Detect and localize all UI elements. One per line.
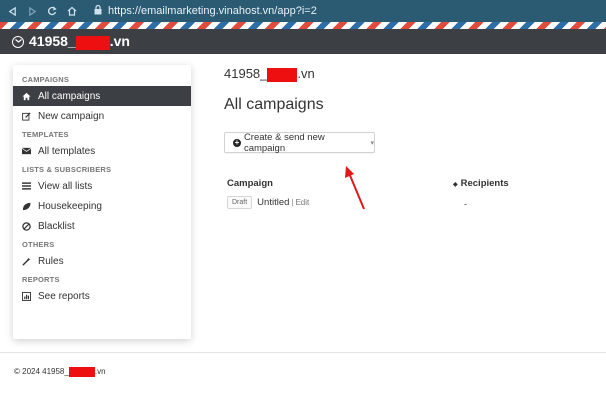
- sidebar-heading-others: OTHERS: [22, 240, 55, 249]
- home-icon[interactable]: [64, 3, 80, 19]
- redaction-block: [75, 35, 110, 50]
- browser-toolbar: https://emailmarketing.vinahost.vn/app?i…: [0, 0, 606, 22]
- sidebar-item-label: Housekeeping: [38, 200, 102, 212]
- home-icon: [22, 92, 34, 101]
- footer-suffix: .vn: [94, 367, 106, 377]
- redaction-block: [267, 67, 298, 82]
- brand-name-prefix: 41958_: [29, 33, 76, 50]
- wand-icon: [22, 256, 34, 266]
- reload-icon[interactable]: [44, 3, 60, 19]
- sidebar-heading-templates: TEMPLATES: [22, 130, 69, 139]
- sidebar-item-label: All campaigns: [38, 90, 101, 102]
- sidebar-item-label: All templates: [38, 145, 96, 157]
- create-campaign-label: Create & send new campaign: [243, 131, 325, 154]
- redaction-block: [68, 367, 95, 377]
- sidebar: CAMPAIGNS All campaigns New campaign TEM…: [13, 65, 191, 339]
- account-title-prefix: 41958_: [224, 66, 268, 81]
- app-header: 41958_ .vn: [0, 29, 606, 54]
- recipients-value: -: [464, 199, 467, 209]
- leaf-icon: [22, 202, 34, 211]
- column-header-recipients[interactable]: ◆ Recipients: [453, 178, 509, 189]
- bar-chart-icon: [22, 291, 34, 301]
- edit-link[interactable]: Edit: [295, 198, 309, 207]
- brand-name[interactable]: 41958_ .vn: [29, 33, 130, 50]
- brand-name-suffix: .vn: [109, 33, 130, 50]
- account-title-suffix: .vn: [297, 66, 315, 81]
- footer-divider: [0, 352, 606, 353]
- caret-down-icon: ▾: [370, 139, 374, 147]
- sidebar-item-blacklist[interactable]: Blacklist: [13, 216, 191, 236]
- campaign-name-link[interactable]: Untitled: [257, 197, 289, 208]
- sidebar-item-label: View all lists: [38, 180, 93, 192]
- list-icon: [22, 182, 34, 190]
- edit-icon: [22, 111, 34, 121]
- sort-icon: ◆: [453, 182, 458, 188]
- url-text: https://emailmarketing.vinahost.vn/app?i…: [108, 5, 317, 17]
- footer-prefix: © 2024 41958_: [14, 367, 69, 377]
- column-header-campaign[interactable]: Campaign: [227, 178, 273, 189]
- status-badge: Draft: [227, 196, 253, 209]
- sidebar-item-new-campaign[interactable]: New campaign: [13, 106, 191, 126]
- address-bar[interactable]: https://emailmarketing.vinahost.vn/app?i…: [94, 4, 317, 18]
- footer: © 2024 41958_ .vn: [14, 367, 106, 377]
- sidebar-item-all-campaigns[interactable]: All campaigns: [13, 86, 191, 106]
- separator: |: [291, 198, 294, 207]
- envelope-icon: [22, 147, 34, 155]
- sidebar-item-label: Blacklist: [38, 220, 75, 232]
- account-title: 41958_ .vn: [224, 66, 315, 82]
- decorative-stripe: [0, 22, 606, 29]
- back-icon[interactable]: [4, 3, 20, 19]
- sidebar-heading-reports: REPORTS: [22, 275, 60, 284]
- sidebar-item-rules[interactable]: Rules: [13, 251, 191, 271]
- sidebar-item-see-reports[interactable]: See reports: [13, 286, 191, 306]
- brand-logo-icon[interactable]: [12, 35, 24, 48]
- sidebar-item-label: Rules: [38, 255, 64, 267]
- page-title: All campaigns: [224, 96, 324, 113]
- lock-icon: [94, 4, 102, 18]
- sidebar-item-housekeeping[interactable]: Housekeeping: [13, 196, 191, 216]
- table-row: Draft Untitled | Edit: [227, 196, 309, 209]
- sidebar-item-all-templates[interactable]: All templates: [13, 141, 191, 161]
- sidebar-heading-campaigns: CAMPAIGNS: [22, 75, 70, 84]
- create-campaign-button[interactable]: + Create & send new campaign ▾: [224, 131, 375, 154]
- ban-icon: [22, 221, 34, 231]
- forward-icon[interactable]: [24, 3, 40, 19]
- sidebar-item-label: See reports: [38, 290, 90, 302]
- column-header-recipients-label: Recipients: [460, 178, 509, 189]
- plus-circle-icon: +: [233, 137, 241, 147]
- sidebar-heading-lists: LISTS & SUBSCRIBERS: [22, 165, 112, 174]
- sidebar-item-label: New campaign: [38, 110, 105, 122]
- sidebar-item-view-all-lists[interactable]: View all lists: [13, 176, 191, 196]
